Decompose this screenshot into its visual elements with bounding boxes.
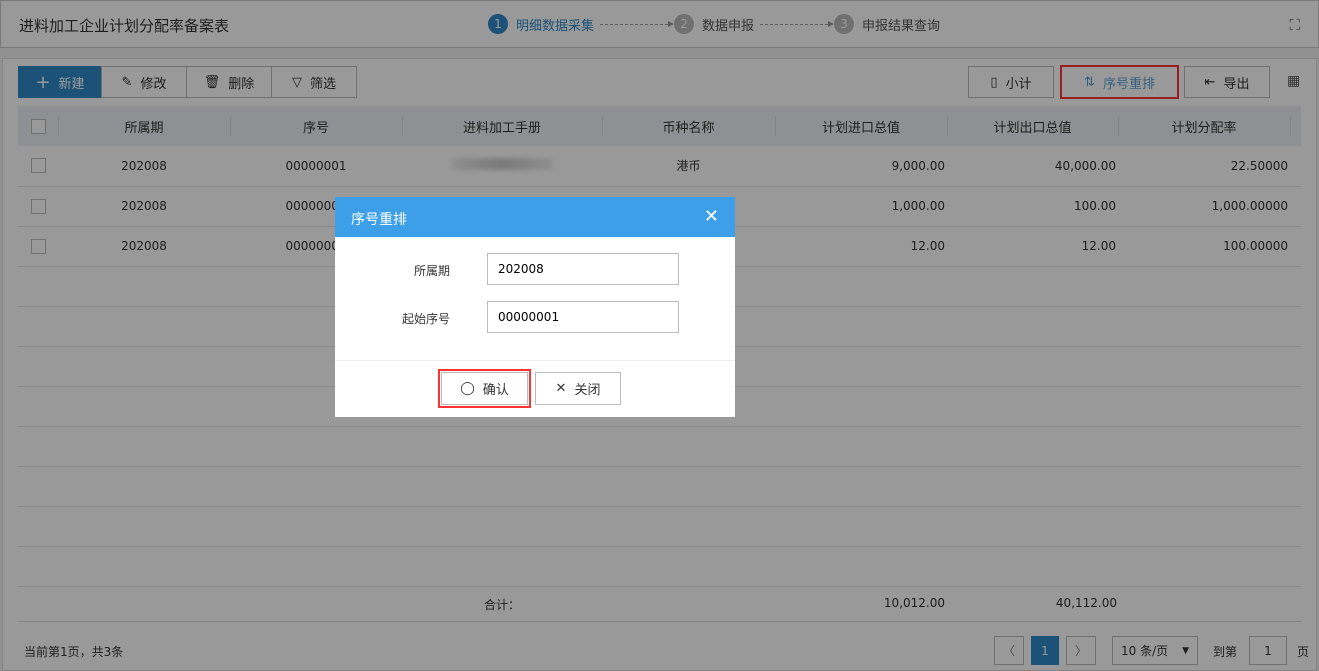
start-number-input[interactable] <box>487 301 679 333</box>
period-input[interactable] <box>487 253 679 285</box>
close-button[interactable]: ✕ 关闭 <box>535 372 621 405</box>
dialog-header: 序号重排 ✕ <box>335 197 735 237</box>
renumber-dialog: 序号重排 ✕ 所属期 起始序号 ◯ 确认 ✕ 关闭 <box>335 197 735 417</box>
x-icon: ✕ <box>555 381 567 396</box>
period-label: 所属期 <box>413 264 450 278</box>
dialog-footer-divider <box>335 360 735 361</box>
close-icon[interactable]: ✕ <box>704 206 719 227</box>
check-circle-icon: ◯ <box>460 381 475 396</box>
start-number-label: 起始序号 <box>401 312 450 326</box>
confirm-label: 确认 <box>482 383 509 398</box>
close-label: 关闭 <box>574 383 601 398</box>
dialog-title: 序号重排 <box>351 212 407 228</box>
confirm-button[interactable]: ◯ 确认 <box>438 369 531 408</box>
